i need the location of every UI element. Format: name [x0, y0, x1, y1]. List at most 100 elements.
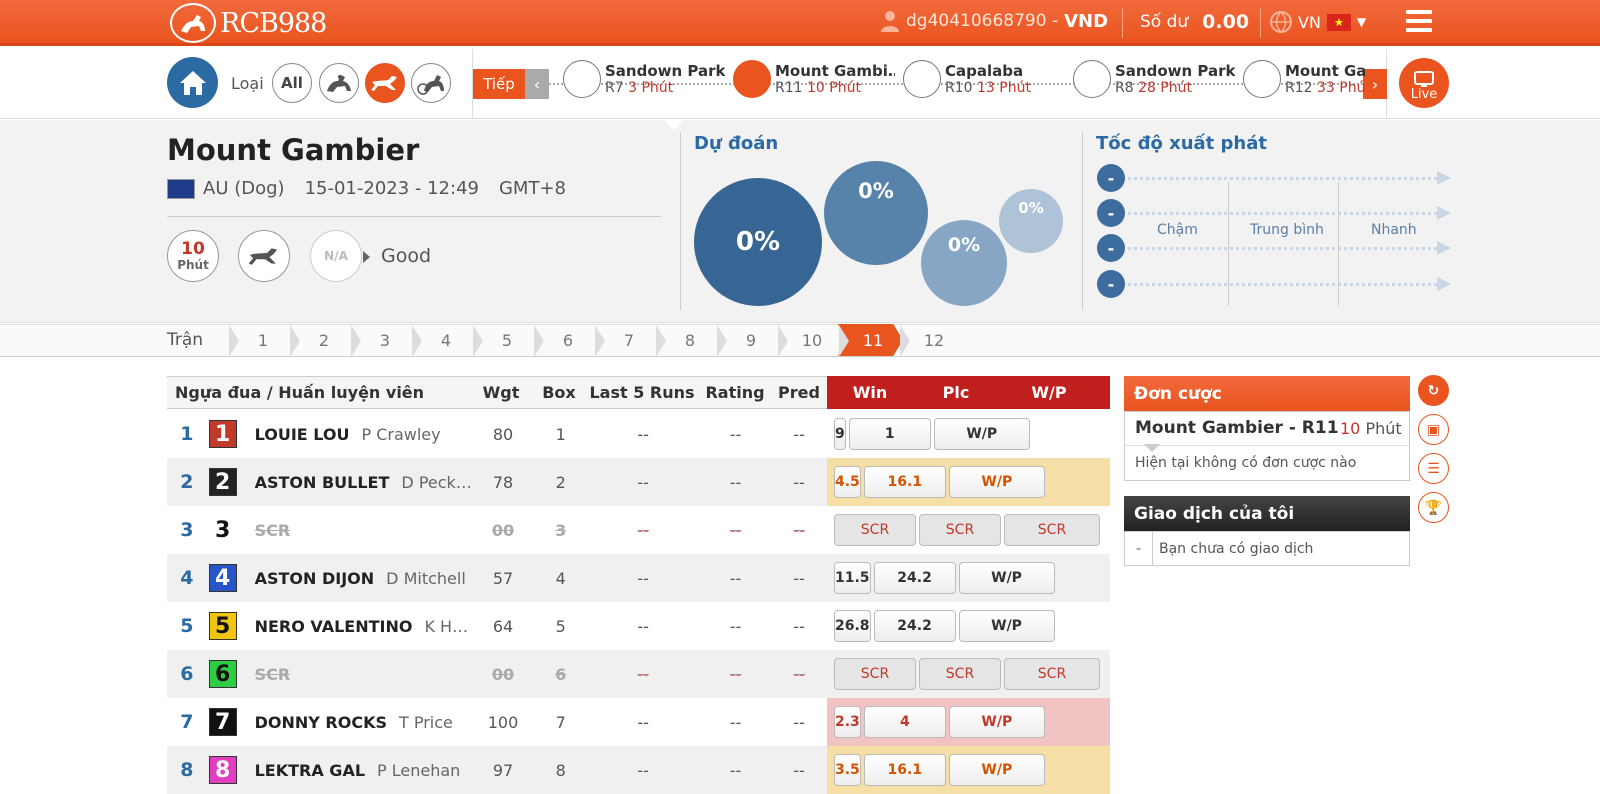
logo[interactable]: RCB988: [170, 3, 327, 43]
filter-greyhound-button[interactable]: [365, 63, 405, 103]
box-number-icon: 3: [208, 516, 237, 544]
step-10[interactable]: 10: [782, 331, 842, 356]
refresh-button[interactable]: ↻: [1418, 375, 1449, 406]
transactions-empty-message: Bạn chưa có giao dịch: [1159, 540, 1314, 557]
menu-icon[interactable]: [1406, 10, 1432, 32]
win-odds-button[interactable]: SCR: [834, 658, 916, 690]
place-odds-button[interactable]: 16.1: [863, 754, 946, 786]
place-odds-button[interactable]: SCR: [919, 658, 1001, 690]
user-account[interactable]: dg40410668790 - VND: [880, 10, 1108, 32]
live-button[interactable]: Live: [1399, 58, 1449, 108]
step-8[interactable]: 8: [660, 331, 720, 356]
step-1[interactable]: 1: [233, 331, 293, 356]
table-row[interactable]: 2 2 ASTON BULLET D Peck… 78 2 -- -- --: [167, 458, 827, 506]
chevron-left-icon: ‹: [533, 74, 541, 94]
win-odds-button[interactable]: 3.5: [834, 754, 861, 786]
pred: --: [793, 664, 805, 684]
table-row[interactable]: 1 1 LOUIE LOU P Crawley 80 1 -- -- --: [167, 410, 827, 458]
win-odds-button[interactable]: 11.5: [834, 562, 871, 594]
race-tab[interactable]: Mount Gambi… R11 10 Phút: [733, 60, 895, 98]
col-win: Win: [852, 383, 888, 402]
list-button[interactable]: ☰: [1418, 453, 1449, 484]
step-11[interactable]: 11: [843, 331, 903, 356]
step-5[interactable]: 5: [477, 331, 537, 356]
win-place-button[interactable]: W/P: [948, 754, 1045, 786]
table-header: Ngựa đua / Huấn luyện viên Wgt Box Last …: [167, 376, 827, 409]
rating: --: [729, 760, 742, 780]
step-2[interactable]: 2: [294, 331, 354, 356]
step-3[interactable]: 3: [355, 331, 415, 356]
win-odds-button[interactable]: 9: [834, 418, 846, 450]
table-row[interactable]: 5 5 NERO VALENTINO K H… 64 5 -- -- --: [167, 602, 827, 650]
win-place-button[interactable]: W/P: [933, 418, 1030, 450]
runner-number: 6: [180, 663, 194, 685]
tv-button[interactable]: ▣: [1418, 414, 1449, 445]
table-row[interactable]: 3 3 SCR 00 3 -- -- --: [167, 506, 827, 554]
start-speed-title: Tốc độ xuất phát: [1096, 133, 1267, 154]
speed-marker: -: [1097, 164, 1125, 192]
place-odds-button[interactable]: 24.2: [873, 610, 956, 642]
scroll-right-button[interactable]: ›: [1363, 69, 1387, 99]
divider: [1260, 8, 1261, 38]
race-tab[interactable]: Sandown Park R8 28 Phút: [1073, 60, 1235, 98]
greyhound-icon: [903, 60, 941, 98]
win-odds-button[interactable]: 4.5: [834, 466, 861, 498]
place-odds-button[interactable]: 1: [848, 418, 931, 450]
race-tab[interactable]: Capalaba R10 13 Phút: [903, 60, 1065, 98]
win-odds-button[interactable]: SCR: [834, 514, 916, 546]
win-place-button[interactable]: W/P: [948, 466, 1045, 498]
filter-horse-button[interactable]: [319, 63, 359, 103]
trophy-icon: 🏆: [1424, 499, 1443, 516]
balance-label: Số dư: [1140, 12, 1189, 32]
next-button[interactable]: Tiếp: [473, 69, 525, 99]
filter-harness-button[interactable]: [411, 63, 451, 103]
trainer-name: P Lenehan: [377, 760, 461, 780]
place-odds-button[interactable]: 24.2: [873, 562, 956, 594]
weather-icon: N/A: [310, 230, 362, 282]
box-number-icon: 2: [208, 468, 237, 496]
prediction-title: Dự đoán: [694, 133, 779, 154]
language-selector[interactable]: VN ★ ▼: [1270, 11, 1366, 33]
filter-all-button[interactable]: All: [272, 63, 312, 103]
place-odds-button[interactable]: 16.1: [863, 466, 946, 498]
step-6[interactable]: 6: [538, 331, 598, 356]
win-place-button[interactable]: SCR: [1004, 658, 1100, 690]
win-place-button[interactable]: W/P: [958, 610, 1055, 642]
win-place-button[interactable]: W/P: [958, 562, 1055, 594]
race-tab[interactable]: Sandown Park R7 3 Phút: [563, 60, 725, 98]
step-7[interactable]: 7: [599, 331, 659, 356]
race-tab[interactable]: Mount Ga R12 33 Phú: [1243, 60, 1365, 98]
odds-cell-group: 26.8 24.2 W/P: [827, 602, 1110, 650]
trophy-button[interactable]: 🏆: [1418, 492, 1449, 523]
col-box: Box: [542, 383, 576, 402]
race-venue: Capalaba: [945, 62, 1024, 80]
trainer-name: P Crawley: [361, 424, 441, 444]
win-odds-button[interactable]: 26.8: [834, 610, 871, 642]
win-place-button[interactable]: SCR: [1004, 514, 1100, 546]
step-4[interactable]: 4: [416, 331, 476, 356]
table-row[interactable]: 7 7 DONNY ROCKS T Price 100 7 -- -- --: [167, 698, 827, 746]
trainer-name: T Price: [399, 712, 453, 732]
box-number-icon: 8: [208, 756, 237, 784]
weight: 100: [487, 712, 519, 732]
place-odds-button[interactable]: SCR: [919, 514, 1001, 546]
divider: [1124, 445, 1410, 446]
runner-number: 8: [180, 759, 194, 781]
step-12[interactable]: 12: [904, 331, 964, 356]
scroll-left-button[interactable]: ‹: [525, 69, 549, 99]
win-place-button[interactable]: W/P: [948, 706, 1045, 738]
win-odds-button[interactable]: 2.3: [834, 706, 861, 738]
horse-racing-icon: [327, 75, 351, 92]
stepper-label: Trận: [167, 330, 204, 350]
last-5-runs: --: [637, 760, 649, 780]
pred: --: [793, 568, 805, 588]
home-button[interactable]: [167, 57, 218, 108]
table-row[interactable]: 4 4 ASTON DIJON D Mitchell 57 4 -- -- --: [167, 554, 827, 602]
table-row[interactable]: 6 6 SCR 00 6 -- -- --: [167, 650, 827, 698]
step-9[interactable]: 9: [721, 331, 781, 356]
table-row[interactable]: 8 8 LEKTRA GAL P Lenehan 97 8 -- -- --: [167, 746, 827, 794]
place-odds-button[interactable]: 4: [863, 706, 946, 738]
filter-label: Loại: [231, 74, 264, 93]
last-5-runs: --: [637, 616, 649, 636]
divider: [1082, 132, 1083, 310]
